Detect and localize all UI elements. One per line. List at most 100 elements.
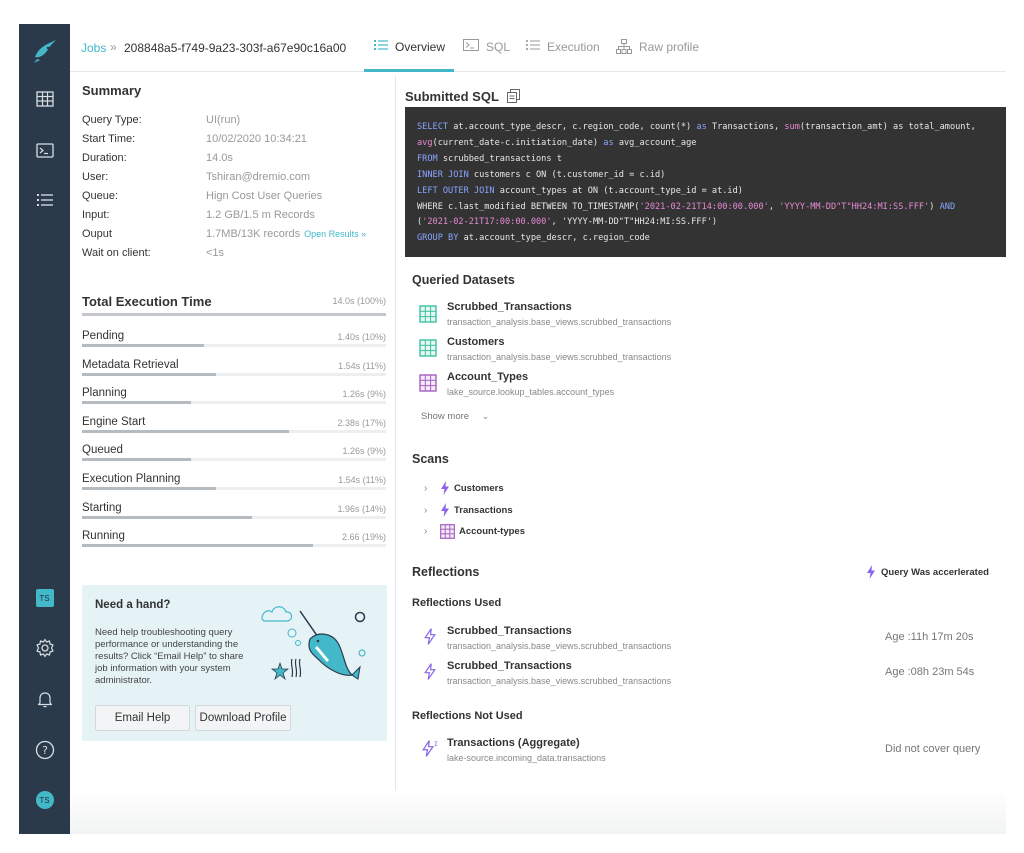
- execution-phase-bar-fill: [82, 344, 204, 347]
- active-tab-indicator: [364, 69, 454, 72]
- reflection-not-used-reason: Did not cover query: [885, 743, 981, 755]
- execution-phase-value: 1.54s (11%): [338, 475, 386, 485]
- dataset-path: lake_source.lookup_tables.account_types: [447, 387, 615, 397]
- reflection-path: transaction_analysis.base_views.scrubbed…: [447, 676, 672, 686]
- reflections-used-title: Reflections Used: [412, 597, 502, 609]
- execution-phase-value: 1.26s (9%): [342, 389, 386, 399]
- open-results-link[interactable]: Open Results »: [304, 229, 366, 239]
- narwhal-illustration-icon: [261, 606, 366, 681]
- scan-item[interactable]: › Account-types: [424, 524, 525, 539]
- show-more-label: Show more: [421, 411, 470, 422]
- dataset-name[interactable]: Account_Types: [447, 371, 528, 383]
- chevron-down-icon: ⌄: [481, 411, 490, 421]
- tab-raw-profile[interactable]: Raw profile: [616, 39, 700, 72]
- execution-phase-bar: [82, 373, 386, 376]
- summary-label: Queue:: [82, 190, 119, 202]
- execution-phase-bar-fill: [82, 373, 216, 376]
- summary-label: Ouput: [82, 228, 112, 240]
- summary-label: Duration:: [82, 152, 127, 164]
- dataset-path: transaction_analysis.base_views.scrubbed…: [447, 317, 672, 327]
- org-badge[interactable]: TS: [19, 580, 70, 616]
- queried-datasets-title: Queried Datasets: [412, 273, 515, 287]
- user-avatar[interactable]: TS: [19, 782, 70, 818]
- execution-phase-bar: [82, 544, 386, 547]
- physical-dataset-icon: [419, 374, 437, 392]
- scan-name: Account-types: [459, 526, 525, 537]
- execution-phase-value: 2.38s (17%): [337, 418, 386, 428]
- summary-label: Start Time:: [82, 133, 136, 145]
- dataset-name[interactable]: Customers: [447, 336, 504, 348]
- execution-phase-value: 2.66 (19%): [341, 532, 386, 542]
- breadcrumb-jobs-link[interactable]: Jobs: [81, 41, 106, 55]
- jobs-icon[interactable]: [19, 182, 70, 218]
- email-help-button[interactable]: Email Help: [95, 705, 190, 731]
- tab-label: Raw profile: [639, 40, 700, 54]
- execution-phase-bar: [82, 516, 386, 519]
- reflection-name[interactable]: Scrubbed_Transactions: [447, 625, 572, 637]
- scan-name: Customers: [454, 482, 504, 494]
- breadcrumb-job-id: 208848a5-f749-9a23-303f-a67e90c16a00: [124, 41, 347, 55]
- reflection-name[interactable]: Transactions (Aggregate): [447, 737, 580, 749]
- hierarchy-icon: [616, 39, 632, 54]
- terminal-icon: [463, 39, 479, 51]
- list-icon: [526, 40, 540, 50]
- summary-value: 10/02/2020 10:34:21: [206, 133, 307, 145]
- sql-runner-icon[interactable]: [19, 132, 70, 168]
- help-icon[interactable]: ?: [19, 732, 70, 768]
- summary-value: <1s: [206, 247, 225, 259]
- summary-value: 1.2 GB/1.5 m Records: [206, 209, 315, 221]
- reflections-not-used-title: Reflections Not Used: [412, 710, 523, 722]
- physical-dataset-icon: [440, 524, 455, 539]
- help-card: Need a hand? Need help troubleshooting q…: [82, 585, 387, 741]
- help-text: Need help troubleshooting query performa…: [95, 627, 244, 686]
- sql-code-block[interactable]: SELECT at.account_type_descr, c.region_c…: [405, 107, 1006, 257]
- tab-overview[interactable]: Overview: [374, 40, 445, 72]
- summary-label: User:: [82, 171, 109, 183]
- show-more-link[interactable]: Show more ⌄: [421, 411, 489, 422]
- breadcrumb-separator: »: [110, 40, 117, 54]
- scan-item[interactable]: › Transactions: [424, 503, 513, 517]
- dataset-name[interactable]: Scrubbed_Transactions: [447, 301, 572, 313]
- summary-label: Query Type:: [82, 114, 142, 126]
- execution-phase-label: Engine Start: [82, 416, 146, 428]
- bell-icon[interactable]: [19, 681, 70, 717]
- summary-value: 1.7MB/13K records: [206, 228, 301, 240]
- summary-label: Input:: [82, 209, 110, 221]
- summary-label: Wait on client:: [82, 247, 151, 259]
- lightning-outline-icon: [424, 663, 436, 680]
- virtual-dataset-icon: [419, 305, 437, 323]
- copy-icon[interactable]: [507, 89, 521, 103]
- execution-phase-label: Queued: [82, 444, 123, 456]
- tab-sql[interactable]: SQL: [463, 39, 510, 72]
- summary-value-with-link: 1.7MB/13K records Open Results »: [206, 228, 366, 240]
- tab-execution[interactable]: Execution: [526, 40, 600, 72]
- datasets-icon[interactable]: [19, 81, 70, 117]
- summary-value: 14.0s: [206, 152, 233, 164]
- help-title: Need a hand?: [95, 599, 171, 611]
- settings-gear-icon[interactable]: [19, 630, 70, 666]
- total-execution-bar-fill: [82, 313, 386, 316]
- reflection-name[interactable]: Scrubbed_Transactions: [447, 660, 572, 672]
- chevron-right-icon: ›: [424, 482, 428, 494]
- summary-value: UI(run): [206, 114, 241, 126]
- svg-text:?: ?: [42, 744, 48, 757]
- reflections-title: Reflections: [412, 565, 480, 579]
- execution-phase-label: Planning: [82, 387, 127, 399]
- summary-title: Summary: [82, 83, 142, 98]
- reflection-path: transaction_analysis.base_views.scrubbed…: [447, 641, 672, 651]
- list-icon: [374, 40, 388, 50]
- reflection-age: Age :08h 23m 54s: [885, 666, 975, 678]
- sidebar: TS ? TS: [19, 24, 70, 834]
- chevron-right-icon: ›: [424, 526, 428, 537]
- lightning-icon: [441, 481, 449, 495]
- execution-phase-bar: [82, 401, 386, 404]
- execution-phase-bar: [82, 487, 386, 490]
- execution-phase-value: 1.54s (11%): [338, 361, 386, 371]
- lightning-icon: [441, 503, 449, 517]
- summary-value: Tshiran@dremio.com: [206, 171, 311, 183]
- download-profile-button[interactable]: Download Profile: [195, 705, 291, 731]
- narwhal-logo-icon[interactable]: [19, 30, 70, 72]
- scan-item[interactable]: › Customers: [424, 481, 504, 495]
- submitted-sql-title: Submitted SQL: [405, 89, 499, 104]
- execution-phase-value: 1.96s (14%): [337, 504, 386, 514]
